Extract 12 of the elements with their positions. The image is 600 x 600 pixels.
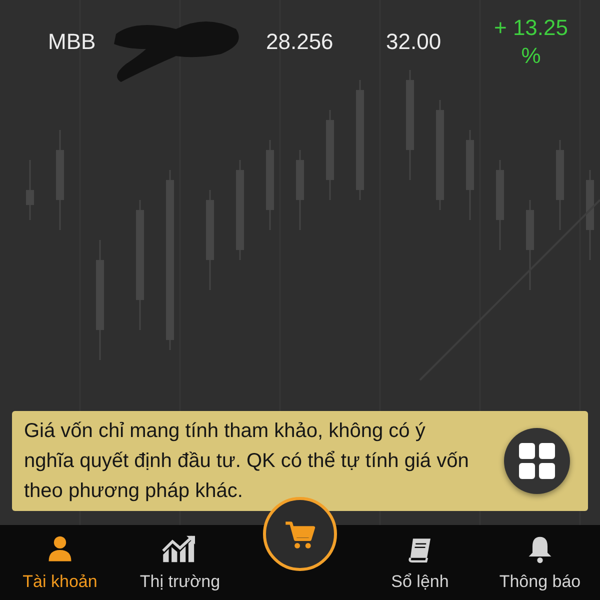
stock-symbol: MBB bbox=[48, 29, 97, 55]
nav-tab[interactable]: Tài khoản bbox=[0, 525, 120, 600]
candlestick bbox=[26, 160, 34, 220]
nav-tab[interactable]: Thông báo bbox=[480, 525, 600, 600]
grid-icon bbox=[517, 441, 557, 481]
market-price: 32.00 bbox=[386, 29, 442, 55]
menu-button[interactable] bbox=[504, 428, 570, 494]
price-change: + 13.25 % bbox=[492, 14, 569, 70]
notice-text: Giá vốn chỉ mang tính tham khảo, không có ý nghĩa quyết định đầu tư. QK có thể tự tính giá vốn theo phương pháp khác. bbox=[24, 419, 470, 504]
nav-tab[interactable]: Sổ lệnh bbox=[360, 525, 480, 600]
nav-tab[interactable]: Thị trường bbox=[120, 525, 240, 600]
cost-price: 28.256 bbox=[266, 29, 334, 55]
